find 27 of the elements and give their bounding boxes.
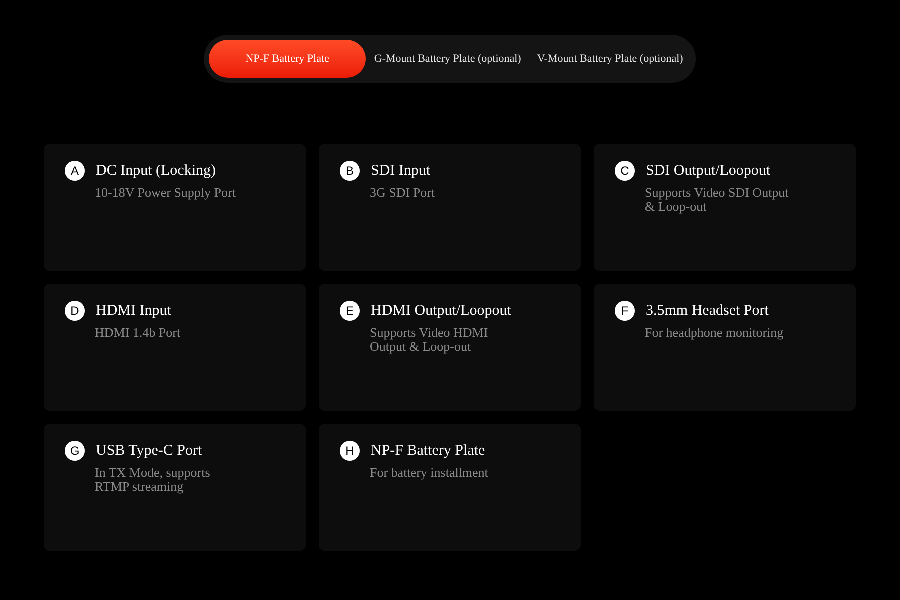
- tab[interactable]: G-Mount Battery Plate (optional): [366, 40, 530, 78]
- port-title: SDI Output/Loopout: [646, 162, 771, 181]
- port-title: HDMI Input: [96, 302, 172, 321]
- port-title: 3.5mm Headset Port: [646, 302, 769, 321]
- port-title: SDI Input: [371, 162, 431, 181]
- port-description: HDMI 1.4b Port: [95, 326, 182, 340]
- port-title: USB Type-C Port: [96, 442, 202, 461]
- port-description: For headphone monitoring: [645, 326, 785, 340]
- port-description: 10-18V Power Supply Port: [95, 186, 237, 200]
- port-description: Supports Video SDI Output & Loop-out: [645, 186, 790, 214]
- letter-badge: F: [615, 301, 635, 321]
- port-description: For battery installment: [370, 466, 490, 480]
- port-title: HDMI Output/Loopout: [371, 302, 512, 321]
- tab[interactable]: V-Mount Battery Plate (optional): [529, 40, 692, 78]
- port-description: Supports Video HDMI Output & Loop-out: [370, 326, 490, 354]
- letter-badge: G: [65, 441, 85, 461]
- letter-badge: H: [340, 441, 360, 461]
- tab[interactable]: NP-F Battery Plate: [208, 40, 366, 78]
- letter-badge: C: [615, 161, 635, 181]
- letter-badge: B: [340, 161, 360, 181]
- port-description: In TX Mode, supports RTMP streaming: [95, 466, 212, 494]
- port-description: 3G SDI Port: [370, 186, 436, 200]
- letter-badge: D: [65, 301, 85, 321]
- letter-badge: A: [65, 161, 85, 181]
- port-title: NP-F Battery Plate: [371, 442, 486, 461]
- letter-badge: E: [340, 301, 360, 321]
- port-title: DC Input (Locking): [96, 162, 216, 181]
